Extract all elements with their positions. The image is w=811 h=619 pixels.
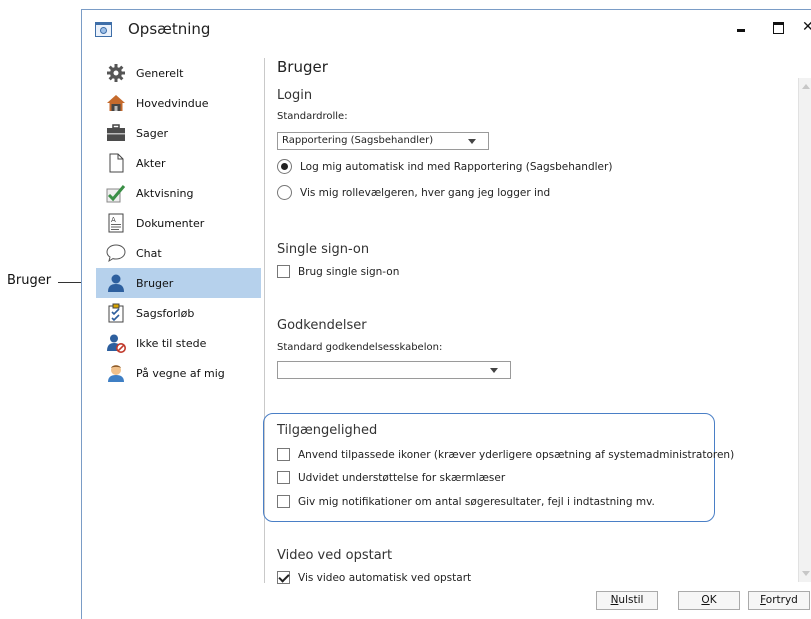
custom-icons-label: Anvend tilpassede ikoner (kræver yderlig… [298, 448, 735, 461]
ok-label: K [709, 594, 717, 606]
sidebar-item-label: Generelt [136, 66, 184, 80]
custom-icons-checkbox-row[interactable]: Anvend tilpassede ikoner (kræver yderlig… [277, 448, 734, 461]
standard-role-dropdown[interactable]: Rapportering (Sagsbehandler) [277, 132, 489, 150]
video-checkbox-row[interactable]: Vis video automatisk ved opstart [277, 571, 471, 584]
sidebar-item-label: Sagsforløb [136, 306, 195, 320]
callout-label: Bruger [7, 273, 52, 288]
text-document-icon: A [106, 213, 126, 233]
sidebar-item-bruger[interactable]: Bruger [96, 268, 261, 298]
user-away-icon [106, 333, 126, 353]
accessibility-heading: Tilgængelighed [277, 423, 378, 438]
sidebar-item-label: På vegne af mig [136, 366, 225, 380]
briefcase-icon [106, 123, 126, 143]
close-button[interactable]: ✕ [802, 18, 811, 36]
role-selector-radio[interactable] [277, 185, 292, 200]
svg-text:A: A [111, 216, 116, 224]
scroll-up-icon[interactable] [802, 84, 810, 89]
maximize-button[interactable] [768, 18, 788, 36]
screen-reader-label: Udvidet understøttelse for skærmlæser [298, 471, 506, 484]
document-icon [106, 153, 126, 173]
scroll-down-icon[interactable] [802, 571, 810, 576]
video-checkbox-label: Vis video automatisk ved opstart [298, 571, 472, 584]
approval-template-dropdown[interactable] [277, 361, 511, 379]
undo-label: ortryd [765, 594, 798, 606]
sso-heading: Single sign-on [277, 242, 370, 257]
sidebar-item-label: Sager [136, 126, 168, 140]
sidebar-item-generelt[interactable]: Generelt [96, 58, 261, 88]
house-icon [106, 93, 126, 113]
ok-accelerator: O [701, 594, 710, 606]
ok-button[interactable]: OK [678, 591, 740, 610]
sidebar-item-label: Ikke til stede [136, 336, 207, 350]
login-auto-label: Log mig automatisk ind med Rapportering … [300, 160, 613, 173]
sidebar-item-label: Hovedvindue [136, 96, 209, 110]
sidebar-item-akter[interactable]: Akter [96, 148, 261, 178]
screen-reader-checkbox[interactable] [277, 471, 290, 484]
content-scrollbar[interactable] [798, 78, 811, 582]
login-heading: Login [277, 88, 313, 103]
page-title: Bruger [277, 58, 328, 76]
checkmark-icon [106, 183, 126, 203]
settings-window: Opsætning ✕ Generelt Hovedvindue Sager A… [81, 9, 811, 619]
sidebar-item-chat[interactable]: Chat [96, 238, 261, 268]
sidebar-item-paa-vegne-af-mig[interactable]: På vegne af mig [96, 358, 261, 388]
screen-reader-checkbox-row[interactable]: Udvidet understøttelse for skærmlæser [277, 471, 505, 484]
sidebar-item-hovedvindue[interactable]: Hovedvindue [96, 88, 261, 118]
login-auto-radio-row[interactable]: Log mig automatisk ind med Rapportering … [277, 159, 612, 174]
gear-icon [106, 63, 126, 83]
sidebar-item-label: Chat [136, 246, 162, 260]
chevron-down-icon [490, 368, 498, 373]
sidebar-item-sagsforloeb[interactable]: Sagsforløb [96, 298, 261, 328]
sidebar-item-ikke-til-stede[interactable]: Ikke til stede [96, 328, 261, 358]
sso-checkbox[interactable] [277, 265, 290, 278]
window-title: Opsætning [128, 20, 211, 38]
settings-sidebar: Generelt Hovedvindue Sager Akter Aktvisn… [96, 58, 261, 388]
notifications-checkbox-row[interactable]: Giv mig notifikationer om antal søgeresu… [277, 495, 655, 508]
clipboard-checklist-icon [106, 303, 126, 323]
custom-icons-checkbox[interactable] [277, 448, 290, 461]
sidebar-item-dokumenter[interactable]: A Dokumenter [96, 208, 261, 238]
speech-bubble-icon [106, 243, 126, 263]
sidebar-item-label: Akter [136, 156, 166, 170]
reset-button[interactable]: Nulstil [596, 591, 658, 610]
reset-label: ulstil [618, 594, 644, 606]
sso-checkbox-label: Brug single sign-on [298, 265, 400, 278]
sidebar-item-label: Dokumenter [136, 216, 205, 230]
sidebar-item-aktvisning[interactable]: Aktvisning [96, 178, 261, 208]
minimize-button[interactable] [732, 18, 752, 36]
standard-role-value: Rapportering (Sagsbehandler) [282, 135, 434, 146]
settings-app-icon [95, 22, 112, 37]
user-icon [106, 273, 126, 293]
user-avatar-icon [106, 363, 126, 383]
notifications-checkbox[interactable] [277, 495, 290, 508]
video-heading: Video ved opstart [277, 548, 393, 563]
video-checkbox[interactable] [277, 571, 290, 584]
chevron-down-icon [468, 139, 476, 144]
sidebar-item-sager[interactable]: Sager [96, 118, 261, 148]
title-bar: Opsætning ✕ [82, 10, 811, 48]
undo-button[interactable]: Fortryd [748, 591, 810, 610]
standard-role-label: Standardrolle: [277, 111, 348, 122]
notifications-label: Giv mig notifikationer om antal søgeresu… [298, 495, 655, 508]
role-selector-radio-row[interactable]: Vis mig rollevælgeren, hver gang jeg log… [277, 185, 550, 200]
role-selector-label: Vis mig rollevælgeren, hver gang jeg log… [300, 186, 551, 199]
approvals-heading: Godkendelser [277, 318, 367, 333]
sso-checkbox-row[interactable]: Brug single sign-on [277, 265, 399, 278]
sidebar-item-label: Aktvisning [136, 186, 194, 200]
approval-template-label: Standard godkendelsesskabelon: [277, 342, 443, 353]
sidebar-item-label: Bruger [136, 276, 174, 290]
login-auto-radio[interactable] [277, 159, 292, 174]
